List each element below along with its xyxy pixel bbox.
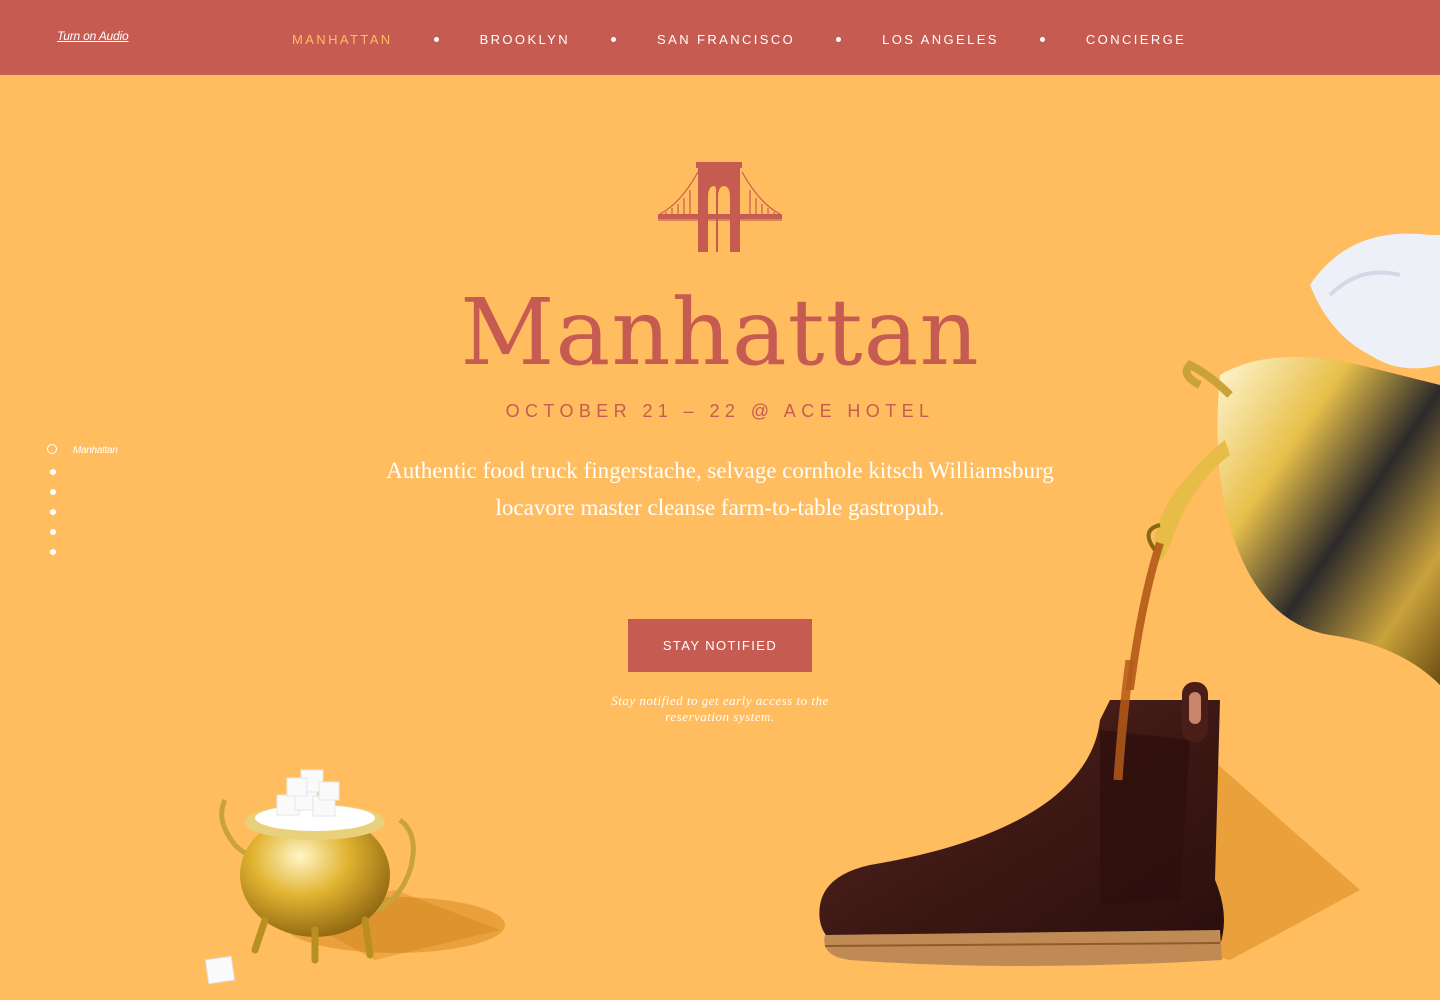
nav-separator (611, 36, 617, 42)
nav-item-concierge[interactable]: CONCIERGE (1086, 32, 1186, 47)
nav-item-brooklyn[interactable]: BROOKLYN (480, 32, 570, 47)
bridge-icon (658, 162, 782, 252)
boot-image (819, 660, 1360, 966)
stay-notified-button[interactable]: STAY NOTIFIED (628, 619, 812, 672)
pagination-dot[interactable] (50, 549, 56, 555)
nav-separator (836, 36, 842, 42)
nav-separator (433, 36, 439, 42)
pagination-dot[interactable] (50, 469, 56, 475)
sugar-bowl-image (204, 769, 505, 985)
nav-separator (1039, 36, 1045, 42)
pagination-dot[interactable] (50, 489, 56, 495)
pagination-dot[interactable] (50, 509, 56, 515)
nav-item-manhattan[interactable]: MANHATTAN (292, 32, 393, 47)
turn-on-audio-link[interactable]: Turn on Audio (57, 29, 129, 43)
nav-item-los-angeles[interactable]: LOS ANGELES (882, 32, 999, 47)
pagination-dot[interactable] (50, 529, 56, 535)
top-bar: Turn on Audio MANHATTAN BROOKLYN SAN FRA… (0, 0, 1440, 75)
pagination-label: Manhattan (73, 445, 118, 456)
pagination-dot-active[interactable] (47, 444, 57, 454)
hero-description: Authentic food truck fingerstache, selva… (386, 458, 1054, 520)
teapot-image (1125, 233, 1440, 690)
main-nav: MANHATTAN BROOKLYN SAN FRANCISCO LOS ANG… (292, 30, 1186, 48)
nav-item-san-francisco[interactable]: SAN FRANCISCO (657, 32, 795, 47)
